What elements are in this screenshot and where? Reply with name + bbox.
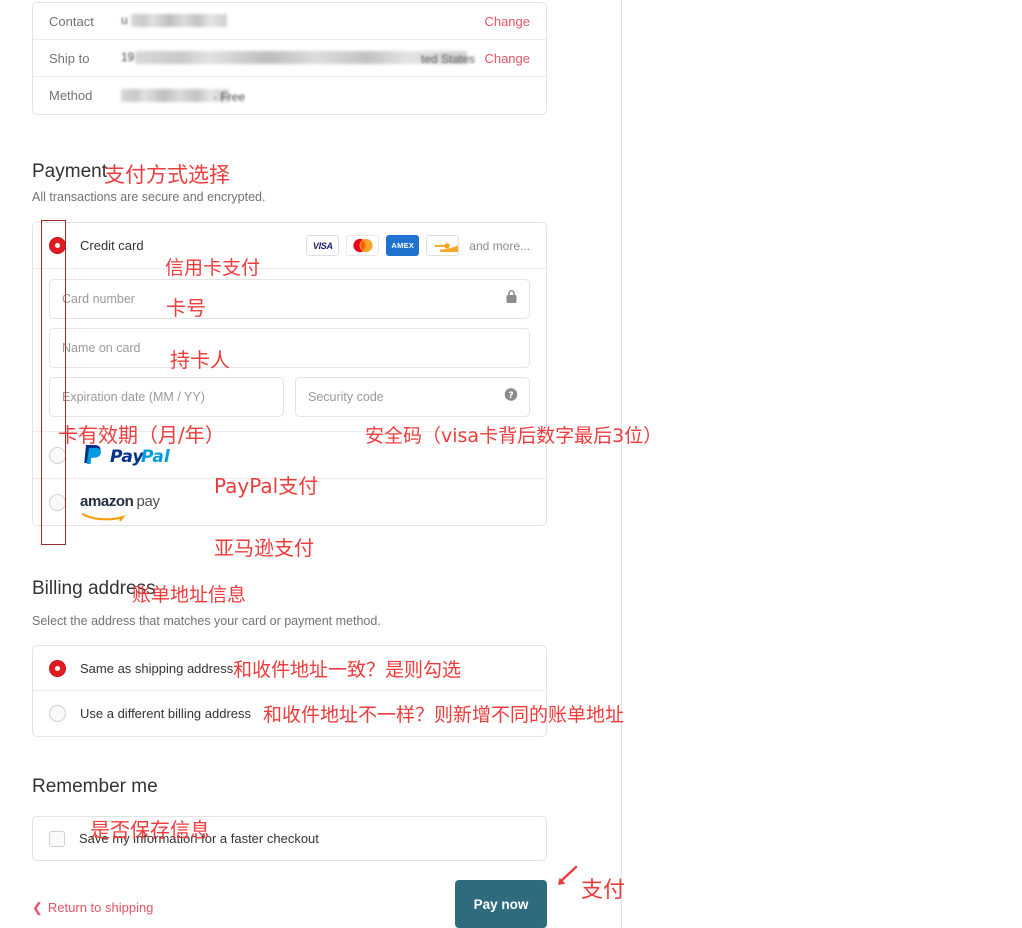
checkout-page: Contact u Change Ship to 19 ted States C… (0, 0, 1022, 928)
billing-option-same-as-shipping[interactable]: Same as shipping address (33, 646, 546, 691)
name-on-card-placeholder: Name on card (62, 341, 141, 355)
amazon-pay-logo: amazon pay (80, 493, 160, 522)
card-number-placeholder: Card number (62, 292, 135, 306)
review-value-ship-to: 19 ted States (121, 49, 484, 67)
review-value-ship-to-text: 19 (121, 50, 135, 64)
review-value-contact-text: u (121, 13, 128, 27)
paypal-logo: Pay Pal (80, 442, 176, 468)
radio-different-billing-address[interactable] (49, 705, 66, 722)
payment-methods-box: Credit card VISA AMEX and more... Card n… (32, 222, 547, 526)
pay-now-label: Pay now (473, 896, 529, 912)
visa-icon: VISA (306, 235, 340, 256)
card-brand-strip: VISA AMEX and more... (306, 235, 530, 256)
security-code-field[interactable]: Security code ? (295, 377, 530, 417)
name-on-card-field[interactable]: Name on card (49, 328, 530, 368)
radio-same-as-shipping[interactable] (49, 659, 66, 677)
billing-option-same-label: Same as shipping address (80, 660, 234, 676)
review-label-contact: Contact (49, 13, 94, 29)
return-to-shipping-link[interactable]: ❮ Return to shipping (32, 900, 153, 915)
amazon-pay-suffix: pay (136, 493, 160, 510)
billing-option-different-label: Use a different billing address (80, 706, 252, 721)
remember-me-box[interactable]: Save my information for a faster checkou… (32, 816, 547, 861)
mastercard-icon (346, 235, 380, 256)
svg-text:?: ? (508, 391, 513, 401)
billing-heading-row: Billing address (32, 578, 156, 600)
billing-option-different-address[interactable]: Use a different billing address (33, 691, 546, 736)
checkout-main-column: Contact u Change Ship to 19 ted States C… (0, 0, 621, 928)
credit-card-fields: Card number Name on card Expiration date… (33, 269, 546, 431)
card-number-field[interactable]: Card number (49, 279, 530, 319)
save-info-checkbox[interactable] (49, 830, 65, 847)
change-ship-to-link[interactable]: Change (484, 51, 530, 66)
amex-icon: AMEX (386, 235, 420, 256)
help-question-icon[interactable]: ? (504, 388, 518, 407)
expiration-date-placeholder: Expiration date (MM / YY) (62, 390, 205, 404)
redaction-bar (135, 51, 467, 65)
billing-subtitle: Select the address that matches your car… (32, 614, 381, 628)
billing-title: Billing address (32, 578, 156, 599)
expiry-security-row: Expiration date (MM / YY) Security code … (49, 377, 530, 417)
amazon-smile-icon (82, 508, 138, 525)
security-code-placeholder: Security code (308, 390, 384, 404)
redaction-bar (131, 14, 227, 28)
payment-title: Payment (32, 161, 107, 182)
radio-paypal[interactable] (49, 446, 66, 464)
radio-amazon-pay[interactable] (49, 493, 66, 511)
lock-icon (505, 289, 518, 309)
review-value-method: · Free (121, 87, 530, 105)
card-brands-more-label: and more... (469, 238, 530, 253)
order-summary-column: Refurbished) Gift card or discount code … (622, 0, 1022, 928)
review-row-ship-to: Ship to 19 ted States Change (33, 40, 546, 77)
svg-text:Pay: Pay (110, 447, 144, 467)
payment-method-paypal[interactable]: Pay Pal (33, 431, 546, 479)
radio-credit-card[interactable] (49, 237, 66, 254)
payment-heading-row: Payment (32, 161, 107, 183)
payment-subtitle: All transactions are secure and encrypte… (32, 190, 266, 204)
change-contact-link[interactable]: Change (484, 14, 530, 29)
review-value-contact: u (121, 12, 484, 30)
remember-me-title: Remember me (32, 776, 158, 797)
payment-method-credit-card-label: Credit card (80, 238, 144, 253)
review-value-method-tail: · Free (213, 89, 246, 104)
return-to-shipping-label: Return to shipping (47, 900, 154, 915)
review-row-method: Method · Free (33, 77, 546, 114)
payment-method-credit-card[interactable]: Credit card VISA AMEX and more... (33, 223, 546, 269)
review-label-ship-to: Ship to (49, 50, 90, 66)
order-review-card: Contact u Change Ship to 19 ted States C… (32, 2, 547, 115)
pay-now-button[interactable]: Pay now (455, 880, 547, 928)
save-info-label: Save my information for a faster checkou… (79, 831, 319, 846)
review-value-ship-to-tail: ted States (421, 52, 476, 66)
review-row-contact: Contact u Change (33, 3, 546, 40)
expiration-date-field[interactable]: Expiration date (MM / YY) (49, 377, 284, 417)
review-label-method: Method (49, 88, 93, 103)
svg-text:Pal: Pal (141, 447, 171, 467)
billing-options-box: Same as shipping address Use a different… (32, 645, 547, 737)
chevron-left-icon: ❮ (32, 900, 43, 915)
payment-method-amazon-pay[interactable]: amazon pay (33, 479, 546, 525)
discover-icon (426, 235, 460, 256)
